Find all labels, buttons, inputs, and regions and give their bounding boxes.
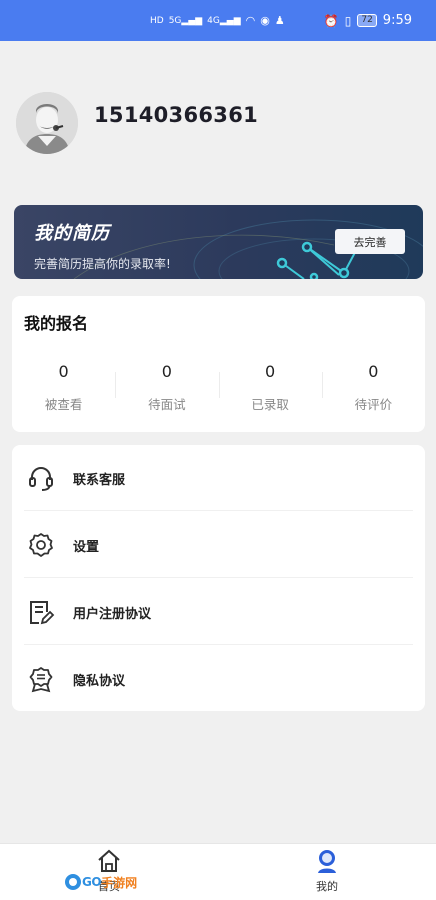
menu-item-label: 设置 [73,539,100,555]
avatar[interactable] [16,92,78,154]
menu-card: 联系客服 设置 用户注册协议 隐私协议 [12,445,425,711]
watermark-text-2: 手游网 [101,875,138,890]
stat-value: 0 [58,362,69,381]
stat-label: 待评价 [354,397,393,412]
my-registration-card: 我的报名 0 被查看 0 待面试 0 已录取 0 待评价 [12,296,425,432]
divider [24,510,413,511]
clock: 9:59 [382,13,412,28]
stat-viewed[interactable]: 0 被查看 [12,358,115,413]
complete-resume-button[interactable]: 去完善 [335,229,405,254]
stat-value: 0 [161,362,172,381]
registration-title: 我的报名 [24,314,89,333]
nav-mine-label: 我的 [316,880,338,893]
stat-value: 0 [265,362,276,381]
battery-icon: 72 [357,14,377,27]
signal-5g-icon: 5G▂▄▆ [168,15,203,26]
stat-pending-interview[interactable]: 0 待面试 [115,358,218,413]
alarm-icon: ⏰ [323,13,339,28]
divider [24,644,413,645]
privacy-badge-icon [27,665,55,693]
home-icon [98,849,120,872]
menu-item-privacy-policy[interactable]: 隐私协议 [12,646,425,712]
watermark-logo: GO 手游网 [64,872,137,892]
stat-label: 待面试 [148,397,186,412]
watermark-logo-icon [65,874,81,890]
user-icon [318,850,336,873]
stat-pending-review[interactable]: 0 待评价 [321,358,425,413]
hd-indicator: HD [150,15,164,26]
status-icons-left: HD 5G▂▄▆ 4G▂▄▆ ◠ ◉ ♟ [150,14,285,27]
signal-4g-icon: 4G▂▄▆ [207,15,241,26]
divider [24,577,413,578]
bottom-navigation: 首页 GO 手游网 我的 [0,843,436,900]
menu-item-label: 用户注册协议 [73,606,152,622]
profile-header[interactable]: 15140366361 [16,92,258,154]
stat-label: 被查看 [44,397,83,412]
document-edit-icon [27,598,55,626]
gear-icon [27,531,55,559]
headset-icon [27,464,55,492]
vibrate-icon: ▯ [344,13,352,28]
status-icons-right: ⏰ ▯ 72 9:59 [324,13,412,28]
app-notification-icon: ◉ [260,14,270,27]
resume-banner-title: 我的简历 [34,223,110,244]
nav-mine[interactable]: 我的 [297,848,357,894]
menu-item-customer-service[interactable]: 联系客服 [12,445,425,511]
resume-banner-subtitle: 完善简历提高你的录取率! [34,257,171,271]
registration-stats: 0 被查看 0 待面试 0 已录取 0 待评价 [12,358,425,413]
menu-item-label: 隐私协议 [73,673,126,689]
user-phone-number: 15140366361 [94,103,259,127]
wifi-icon: ◠ [245,14,256,27]
status-bar: HD 5G▂▄▆ 4G▂▄▆ ◠ ◉ ♟ ⏰ ▯ 72 9:59 [0,0,436,41]
stat-label: 已录取 [251,397,289,412]
watermark-text: GO [82,875,102,889]
resume-banner[interactable]: 我的简历 完善简历提高你的录取率! 去完善 [14,205,423,279]
avatar-image [16,92,78,154]
stat-value: 0 [368,362,379,381]
menu-item-label: 联系客服 [73,472,126,488]
qq-icon: ♟ [274,14,285,27]
menu-item-user-agreement[interactable]: 用户注册协议 [12,579,425,645]
menu-item-settings[interactable]: 设置 [12,512,425,578]
stat-hired[interactable]: 0 已录取 [218,358,322,413]
